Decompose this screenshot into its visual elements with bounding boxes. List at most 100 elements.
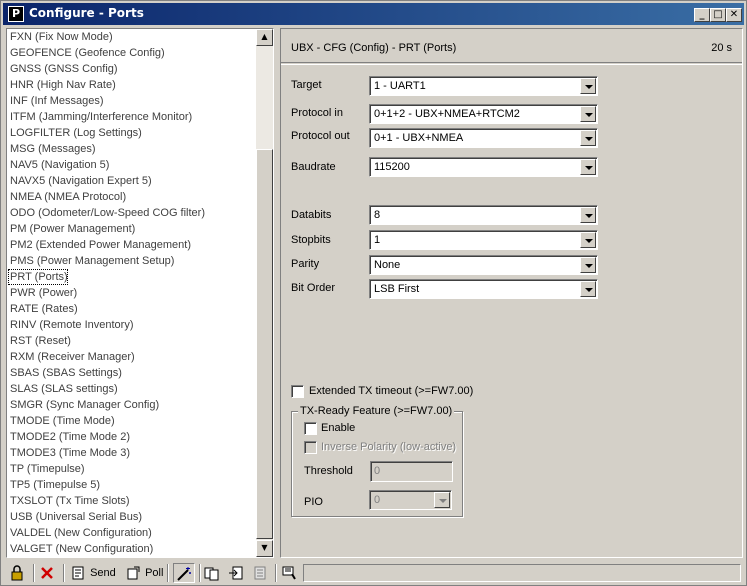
list-item[interactable]: TMODE3 (Time Mode 3) — [8, 445, 256, 461]
list-item-label: FXN (Fix Now Mode) — [10, 31, 113, 43]
list-item[interactable]: INF (Inf Messages) — [8, 93, 256, 109]
databits-select[interactable]: 8 — [369, 205, 598, 225]
list-item[interactable]: LOGFILTER (Log Settings) — [8, 125, 256, 141]
list-item-label: MSG (Messages) — [10, 143, 96, 155]
list-item[interactable]: VALGET (New Configuration) — [8, 541, 256, 557]
bit-order-select[interactable]: LSB First — [369, 279, 598, 299]
dropdown-arrow-icon[interactable] — [434, 492, 450, 508]
dropdown-arrow-icon[interactable] — [580, 232, 596, 248]
bottom-toolbar: Send Poll — [3, 561, 744, 585]
list-item[interactable]: PM2 (Extended Power Management) — [8, 237, 256, 253]
list-item[interactable]: SBAS (SBAS Settings) — [8, 365, 256, 381]
copy-icon — [204, 567, 219, 581]
list-item-label: PMS (Power Management Setup) — [10, 255, 175, 267]
magic-wand-icon — [177, 567, 191, 581]
save-config-button[interactable] — [252, 563, 268, 583]
panel-title: UBX - CFG (Config) - PRT (Ports) — [291, 42, 457, 54]
list-item-label: HNR (High Nav Rate) — [10, 79, 116, 91]
configure-window: P Configure - Ports _ □ ✕ FXN (Fix Now M… — [0, 0, 747, 586]
copy-config-button[interactable] — [204, 563, 220, 583]
list-item[interactable]: ITFM (Jamming/Interference Monitor) — [8, 109, 256, 125]
lock-button[interactable] — [9, 563, 25, 583]
message-age: 20 s — [711, 42, 732, 54]
panel-header: UBX - CFG (Config) - PRT (Ports) 20 s — [281, 29, 742, 63]
list-item-label: PRT (Ports) — [8, 269, 68, 285]
list-item[interactable]: SMGR (Sync Manager Config) — [8, 397, 256, 413]
close-button[interactable]: ✕ — [726, 8, 742, 22]
pin-button[interactable] — [281, 563, 297, 583]
maximize-button[interactable]: □ — [710, 8, 726, 22]
list-item-label: TP5 (Timepulse 5) — [10, 479, 101, 491]
extended-tx-checkbox[interactable] — [291, 385, 304, 398]
list-item[interactable]: MSG (Messages) — [8, 141, 256, 157]
list-item[interactable]: PWR (Power) — [8, 285, 256, 301]
list-item[interactable]: NAV5 (Navigation 5) — [8, 157, 256, 173]
list-item[interactable]: TP (Timepulse) — [8, 461, 256, 477]
tx-ready-group-title: TX-Ready Feature (>=FW7.00) — [298, 405, 455, 417]
target-label: Target — [291, 79, 322, 91]
minimize-button[interactable]: _ — [694, 8, 710, 22]
dropdown-arrow-icon[interactable] — [580, 207, 596, 223]
list-item-label: RINV (Remote Inventory) — [10, 319, 134, 331]
poll-button[interactable]: Poll — [126, 563, 163, 583]
send-button[interactable]: Send — [71, 563, 116, 583]
list-item[interactable]: PMS (Power Management Setup) — [8, 253, 256, 269]
title-bar: P Configure - Ports _ □ ✕ — [3, 3, 744, 25]
scroll-down-button[interactable]: ▼ — [256, 540, 273, 557]
list-item[interactable]: PRT (Ports) — [8, 269, 256, 285]
list-item[interactable]: ODO (Odometer/Low-Speed COG filter) — [8, 205, 256, 221]
inverse-polarity-checkbox[interactable] — [304, 441, 317, 454]
pio-select[interactable]: 0 — [369, 490, 452, 510]
protocol-in-label: Protocol in — [291, 107, 343, 119]
threshold-field[interactable]: 0 — [370, 461, 453, 482]
list-item[interactable]: SLAS (SLAS settings) — [8, 381, 256, 397]
scroll-up-button[interactable]: ▲ — [256, 29, 273, 46]
message-list-items: FXN (Fix Now Mode) GEOFENCE (Geofence Con… — [8, 29, 256, 557]
dropdown-arrow-icon[interactable] — [580, 106, 596, 122]
list-item[interactable]: RXM (Receiver Manager) — [8, 349, 256, 365]
load-config-button[interactable] — [228, 563, 244, 583]
tx-ready-enable-checkbox[interactable] — [304, 422, 317, 435]
list-item[interactable]: USB (Universal Serial Bus) — [8, 509, 256, 525]
list-item[interactable]: HNR (High Nav Rate) — [8, 77, 256, 93]
list-item[interactable]: RATE (Rates) — [8, 301, 256, 317]
protocol-in-select[interactable]: 0+1+2 - UBX+NMEA+RTCM2 — [369, 104, 598, 124]
dropdown-arrow-icon[interactable] — [580, 257, 596, 273]
revert-button[interactable] — [39, 563, 55, 583]
dropdown-arrow-icon[interactable] — [580, 159, 596, 175]
list-item[interactable]: TMODE (Time Mode) — [8, 413, 256, 429]
list-item[interactable]: GNSS (GNSS Config) — [8, 61, 256, 77]
list-item-label: SBAS (SBAS Settings) — [10, 367, 122, 379]
dropdown-arrow-icon[interactable] — [580, 281, 596, 297]
list-item-label: NMEA (NMEA Protocol) — [10, 191, 127, 203]
parity-select[interactable]: None — [369, 255, 598, 275]
list-item[interactable]: VALDEL (New Configuration) — [8, 525, 256, 541]
import-icon — [229, 566, 243, 580]
dropdown-arrow-icon[interactable] — [580, 130, 596, 146]
protocol-out-label: Protocol out — [291, 130, 350, 142]
list-item[interactable]: PM (Power Management) — [8, 221, 256, 237]
protocol-out-select[interactable]: 0+1 - UBX+NMEA — [369, 128, 598, 148]
list-item[interactable]: TP5 (Timepulse 5) — [8, 477, 256, 493]
list-item-label: USB (Universal Serial Bus) — [10, 511, 143, 523]
baudrate-select[interactable]: 115200 — [369, 157, 598, 177]
list-item[interactable]: TMODE2 (Time Mode 2) — [8, 429, 256, 445]
auto-poll-toggle[interactable] — [173, 563, 195, 583]
app-icon: P — [8, 6, 24, 22]
list-item[interactable]: NMEA (NMEA Protocol) — [8, 189, 256, 205]
stopbits-select[interactable]: 1 — [369, 230, 598, 250]
list-item[interactable]: FXN (Fix Now Mode) — [8, 29, 256, 45]
scroll-thumb[interactable] — [256, 149, 273, 539]
list-item[interactable]: NAVX5 (Navigation Expert 5) — [8, 173, 256, 189]
list-scrollbar[interactable]: ▲ ▼ — [256, 29, 273, 557]
list-item[interactable]: GEOFENCE (Geofence Config) — [8, 45, 256, 61]
dropdown-arrow-icon[interactable] — [580, 78, 596, 94]
list-item[interactable]: TXSLOT (Tx Time Slots) — [8, 493, 256, 509]
pio-label: PIO — [304, 496, 323, 508]
list-item-label: TMODE2 (Time Mode 2) — [10, 431, 131, 443]
extended-tx-label: Extended TX timeout (>=FW7.00) — [309, 385, 474, 397]
target-select[interactable]: 1 - UART1 — [369, 76, 598, 96]
list-item[interactable]: RINV (Remote Inventory) — [8, 317, 256, 333]
list-item-label: TMODE3 (Time Mode 3) — [10, 447, 131, 459]
list-item[interactable]: RST (Reset) — [8, 333, 256, 349]
